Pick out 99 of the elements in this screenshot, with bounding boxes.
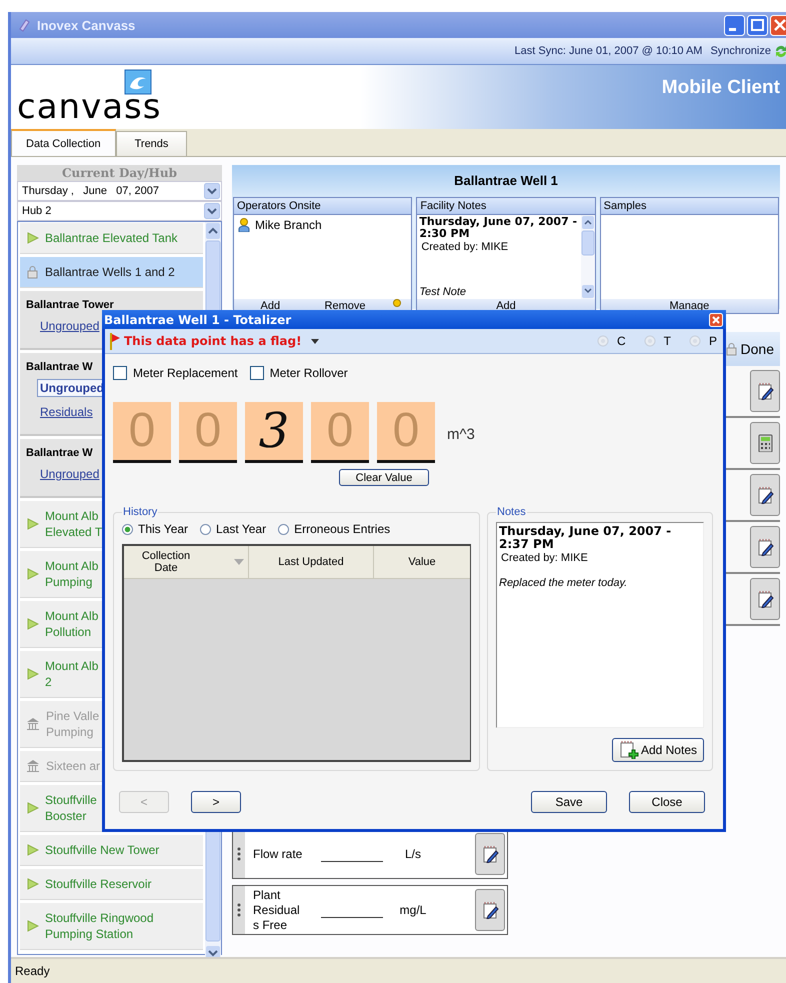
notepad-pencil-icon [756, 590, 774, 608]
operator-button[interactable]: Remove [308, 299, 382, 313]
checkbox-label: Meter Replacement [133, 366, 238, 380]
point-label: Flow rate [253, 846, 304, 862]
entry-button[interactable] [750, 474, 780, 516]
group-link[interactable]: Residuals [37, 403, 96, 421]
column-header[interactable]: Collection Date [124, 546, 249, 578]
refresh-icon [774, 43, 786, 59]
group-title: Ballantrae W [26, 361, 93, 373]
close-icon[interactable] [770, 14, 786, 36]
tab[interactable]: Trends [116, 131, 188, 156]
circle-icon [596, 335, 609, 347]
indicator-toggle[interactable]: T [644, 334, 671, 348]
point-label: Plant Residual s Free [253, 888, 301, 932]
radio-label: Erroneous Entries [294, 522, 390, 536]
column-header[interactable]: Value [374, 546, 470, 578]
facility-item[interactable]: Stouffville New Tower [20, 835, 203, 866]
group-link[interactable]: Ungrouped [37, 317, 102, 335]
date-picker[interactable]: Thursday , June 07, 2007 [17, 181, 222, 201]
synchronize-button[interactable]: Synchronize [710, 43, 786, 59]
section-header: Current Day/Hub [17, 165, 222, 181]
notepad-pencil-icon [481, 901, 499, 919]
lock-icon [724, 342, 738, 356]
maximize-icon[interactable] [747, 14, 768, 36]
logo-wordmark: canvass [17, 89, 162, 125]
group-title: Ballantrae Tower [26, 299, 114, 311]
clear-value-button[interactable]: Clear Value [339, 469, 429, 486]
person-icon [238, 218, 250, 232]
checkbox[interactable] [113, 366, 127, 380]
caret-icon [310, 338, 319, 344]
banner-title: Mobile Client [662, 77, 780, 99]
operator-button[interactable]: Add [234, 299, 307, 313]
entry-button[interactable] [750, 526, 780, 568]
notepad-pencil-icon [756, 382, 774, 400]
flag-dropdown[interactable]: This data point has a flag! [109, 332, 319, 350]
note-text: Test Note [419, 286, 468, 298]
notepad-pencil-icon [756, 538, 774, 556]
note-title: Thursday, June 07, 2007 - 2:30 PM [419, 216, 578, 240]
hub-dropdown[interactable]: Hub 2 [17, 201, 222, 221]
close-icon[interactable] [709, 312, 723, 326]
dialog-title: Ballantrae Well 1 - Totalizer [104, 312, 292, 326]
radio-button[interactable] [278, 524, 290, 534]
circle-icon [688, 335, 701, 347]
facility-item[interactable]: Stouffville Reservoir [20, 869, 203, 900]
minimize-icon[interactable] [724, 14, 745, 36]
box-header: Facility Notes [417, 198, 595, 215]
tab[interactable]: Data Collection [11, 129, 116, 156]
group-legend: History [122, 506, 158, 518]
indicator-toggle[interactable]: P [688, 334, 717, 348]
manage-button[interactable]: Manage [600, 299, 778, 313]
add-notes-button[interactable]: Add Notes [612, 738, 704, 762]
group-link[interactable]: Ungrouped [37, 465, 102, 483]
group-legend: Notes [496, 506, 527, 518]
radio-button[interactable] [200, 524, 212, 534]
note-title: Thursday, June 07, 2007 - 2:37 PM [499, 525, 672, 551]
entry-button[interactable] [475, 833, 505, 875]
radio-label: Last Year [216, 522, 266, 536]
dialog-button[interactable]: Save [531, 791, 607, 813]
note-author: Created by: MIKE [421, 240, 510, 254]
entry-button[interactable] [475, 889, 505, 931]
facility-item[interactable]: Stouffville Ringwood Pumping Station [20, 903, 203, 950]
scrollbar[interactable] [580, 215, 595, 299]
unit-label: L/s [404, 847, 422, 861]
radio-label: This Year [138, 522, 188, 536]
done-button[interactable]: Done [718, 332, 780, 366]
unit-label: m^3 [447, 426, 475, 443]
facility-title: Ballantrae Well 1 [453, 172, 559, 190]
notepad-plus-icon [618, 741, 639, 759]
last-sync-text: Last Sync: June 01, 2007 @ 10:10 AM [514, 45, 702, 57]
digit-cell[interactable]: 3 [245, 402, 303, 463]
notepad-pencil-icon [481, 845, 499, 863]
column-header[interactable]: Last Updated [249, 546, 374, 578]
operator-name: Mike Branch [255, 218, 322, 232]
box-header: Operators Onsite [234, 198, 412, 215]
add-note-button[interactable]: Add [417, 299, 595, 313]
radio-button[interactable] [122, 524, 133, 534]
facility-item[interactable]: Ballantrae Wells 1 and 2 [20, 257, 203, 288]
entry-button[interactable] [750, 578, 780, 620]
checkbox-label: Meter Rollover [270, 366, 348, 380]
facility-item[interactable]: Ballantrae Elevated Tank [20, 223, 203, 254]
sort-caret-icon [234, 559, 244, 565]
unit-label: mg/L [398, 903, 428, 917]
notepad-pencil-icon [756, 486, 774, 504]
checkbox[interactable] [250, 366, 264, 380]
note-author: Created by: MIKE [501, 551, 589, 565]
box-header: Samples [600, 198, 778, 215]
window-title: Inovex Canvass [37, 18, 136, 32]
flag-icon [109, 332, 121, 350]
entry-button[interactable] [750, 370, 780, 412]
note-text: Replaced the meter today. [499, 577, 628, 589]
group-title: Ballantrae W [26, 447, 93, 459]
indicator-toggle[interactable]: C [596, 334, 626, 348]
nav-button[interactable]: > [191, 791, 241, 813]
app-icon [17, 18, 31, 32]
logo-icon [124, 69, 152, 95]
entry-button[interactable] [750, 422, 780, 464]
circle-icon [644, 335, 656, 347]
calculator-icon [756, 434, 774, 452]
dialog-button[interactable]: Close [629, 791, 705, 813]
